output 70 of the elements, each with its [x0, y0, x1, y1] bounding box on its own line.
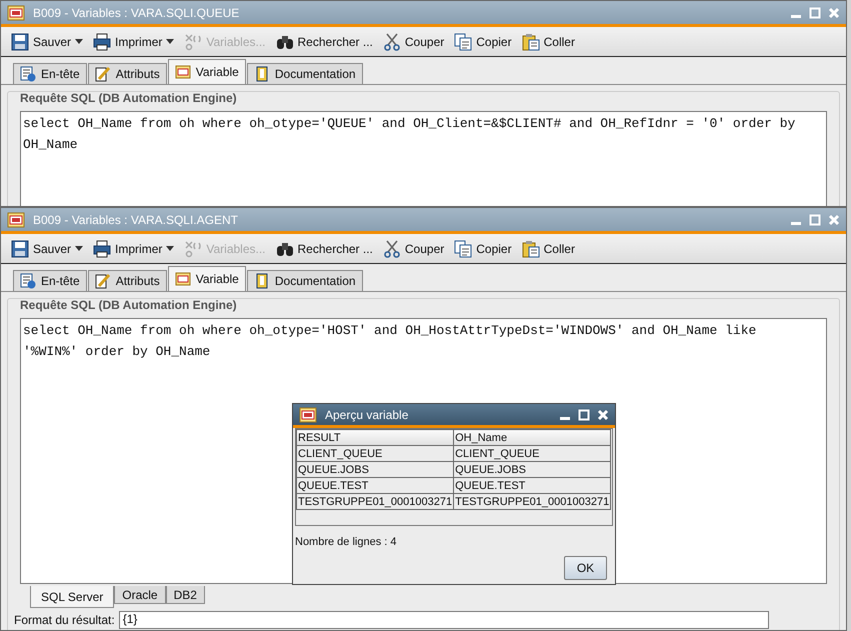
brackets-icon [184, 32, 202, 50]
toolbar-button[interactable]: Coller [518, 238, 579, 260]
toolbar-button[interactable]: Copier [450, 238, 516, 260]
tab[interactable]: Documentation [246, 270, 363, 291]
table-cell: TESTGRUPPE01_0001003271 [454, 494, 611, 510]
window-title: B009 - Variables : VARA.SQLI.QUEUE [33, 6, 240, 20]
label-icon [7, 212, 25, 228]
field-label: Format du résultat: [14, 613, 115, 627]
toolbar-button[interactable]: Sauver [7, 238, 88, 260]
tab[interactable]: Attributs [88, 270, 167, 291]
table-cell: QUEUE.TEST [454, 478, 611, 494]
scissors-icon [382, 32, 401, 50]
window-title: B009 - Variables : VARA.SQLI.AGENT [33, 212, 238, 226]
document-info-icon [20, 273, 36, 289]
document-info-icon [20, 66, 36, 82]
label-icon [174, 64, 191, 80]
tab[interactable]: DB2 [166, 586, 205, 604]
column-header[interactable]: RESULT [296, 430, 454, 446]
tab[interactable]: Attributs [88, 63, 167, 84]
printer-icon [93, 32, 112, 50]
sql-editor[interactable]: select OH_Name from oh where oh_otype='QUEUE' and OH_Client=&$CLIENT# and OH_RefIdnr = '0' order by OH_Name [20, 111, 827, 206]
table-cell: QUEUE.TEST [296, 478, 454, 494]
maximize-icon[interactable] [578, 408, 590, 420]
table-cell: TESTGRUPPE01_0001003271 [296, 494, 454, 510]
toolbar-button[interactable]: Couper [378, 30, 448, 52]
tab[interactable]: En-tête [13, 63, 87, 84]
book-icon [254, 273, 270, 289]
label-icon [7, 4, 25, 20]
toolbar-button[interactable]: Rechercher ... [272, 238, 377, 260]
table-cell: QUEUE.JOBS [296, 462, 454, 478]
caret-icon [166, 246, 174, 251]
label-icon [174, 271, 191, 287]
toolbar-button[interactable]: Imprimer [89, 30, 178, 52]
tab[interactable]: SQL Server [30, 586, 114, 608]
table-cell: QUEUE.JOBS [454, 462, 611, 478]
scissors-icon [382, 240, 401, 258]
input-field[interactable]: {1} [118, 611, 769, 629]
group-title: Requête SQL (DB Automation Engine) [20, 91, 238, 105]
caret-icon [75, 39, 84, 44]
pencil-icon [94, 273, 111, 289]
row-count: Nombre de lignes : 4 [295, 536, 398, 548]
column-header[interactable]: OH_Name [454, 430, 611, 446]
printer-icon [93, 240, 112, 258]
tab[interactable]: Documentation [246, 63, 363, 84]
toolbar-button[interactable]: Rechercher ... [272, 30, 377, 52]
tab[interactable]: Variable [168, 59, 246, 84]
toolbar-button[interactable]: Sauver [7, 30, 88, 52]
toolbar-button[interactable]: Coller [518, 30, 579, 52]
group-title: Requête SQL (DB Automation Engine) [20, 298, 238, 312]
ok-button[interactable]: OK [564, 556, 607, 580]
table-cell: CLIENT_QUEUE [296, 446, 454, 462]
table-cell: CLIENT_QUEUE [454, 446, 611, 462]
tab[interactable]: Variable [168, 266, 246, 291]
label-icon [299, 406, 317, 422]
tab[interactable]: Oracle [114, 586, 166, 604]
book-icon [254, 66, 270, 82]
toolbar-button[interactable]: Imprimer [89, 238, 178, 260]
brackets-icon [184, 240, 202, 258]
clipboard-icon [522, 32, 540, 50]
toolbar-button[interactable]: Couper [378, 238, 448, 260]
tab[interactable]: En-tête [13, 270, 87, 291]
clipboard-icon [522, 240, 540, 258]
pencil-icon [94, 66, 111, 82]
caret-icon [75, 246, 84, 251]
documents-icon [454, 240, 472, 258]
documents-icon [454, 32, 472, 50]
toolbar-button[interactable]: Copier [450, 30, 516, 52]
caret-icon [166, 39, 174, 44]
close-icon[interactable] [597, 408, 609, 420]
dialog-title: Aperçu variable [325, 408, 408, 422]
